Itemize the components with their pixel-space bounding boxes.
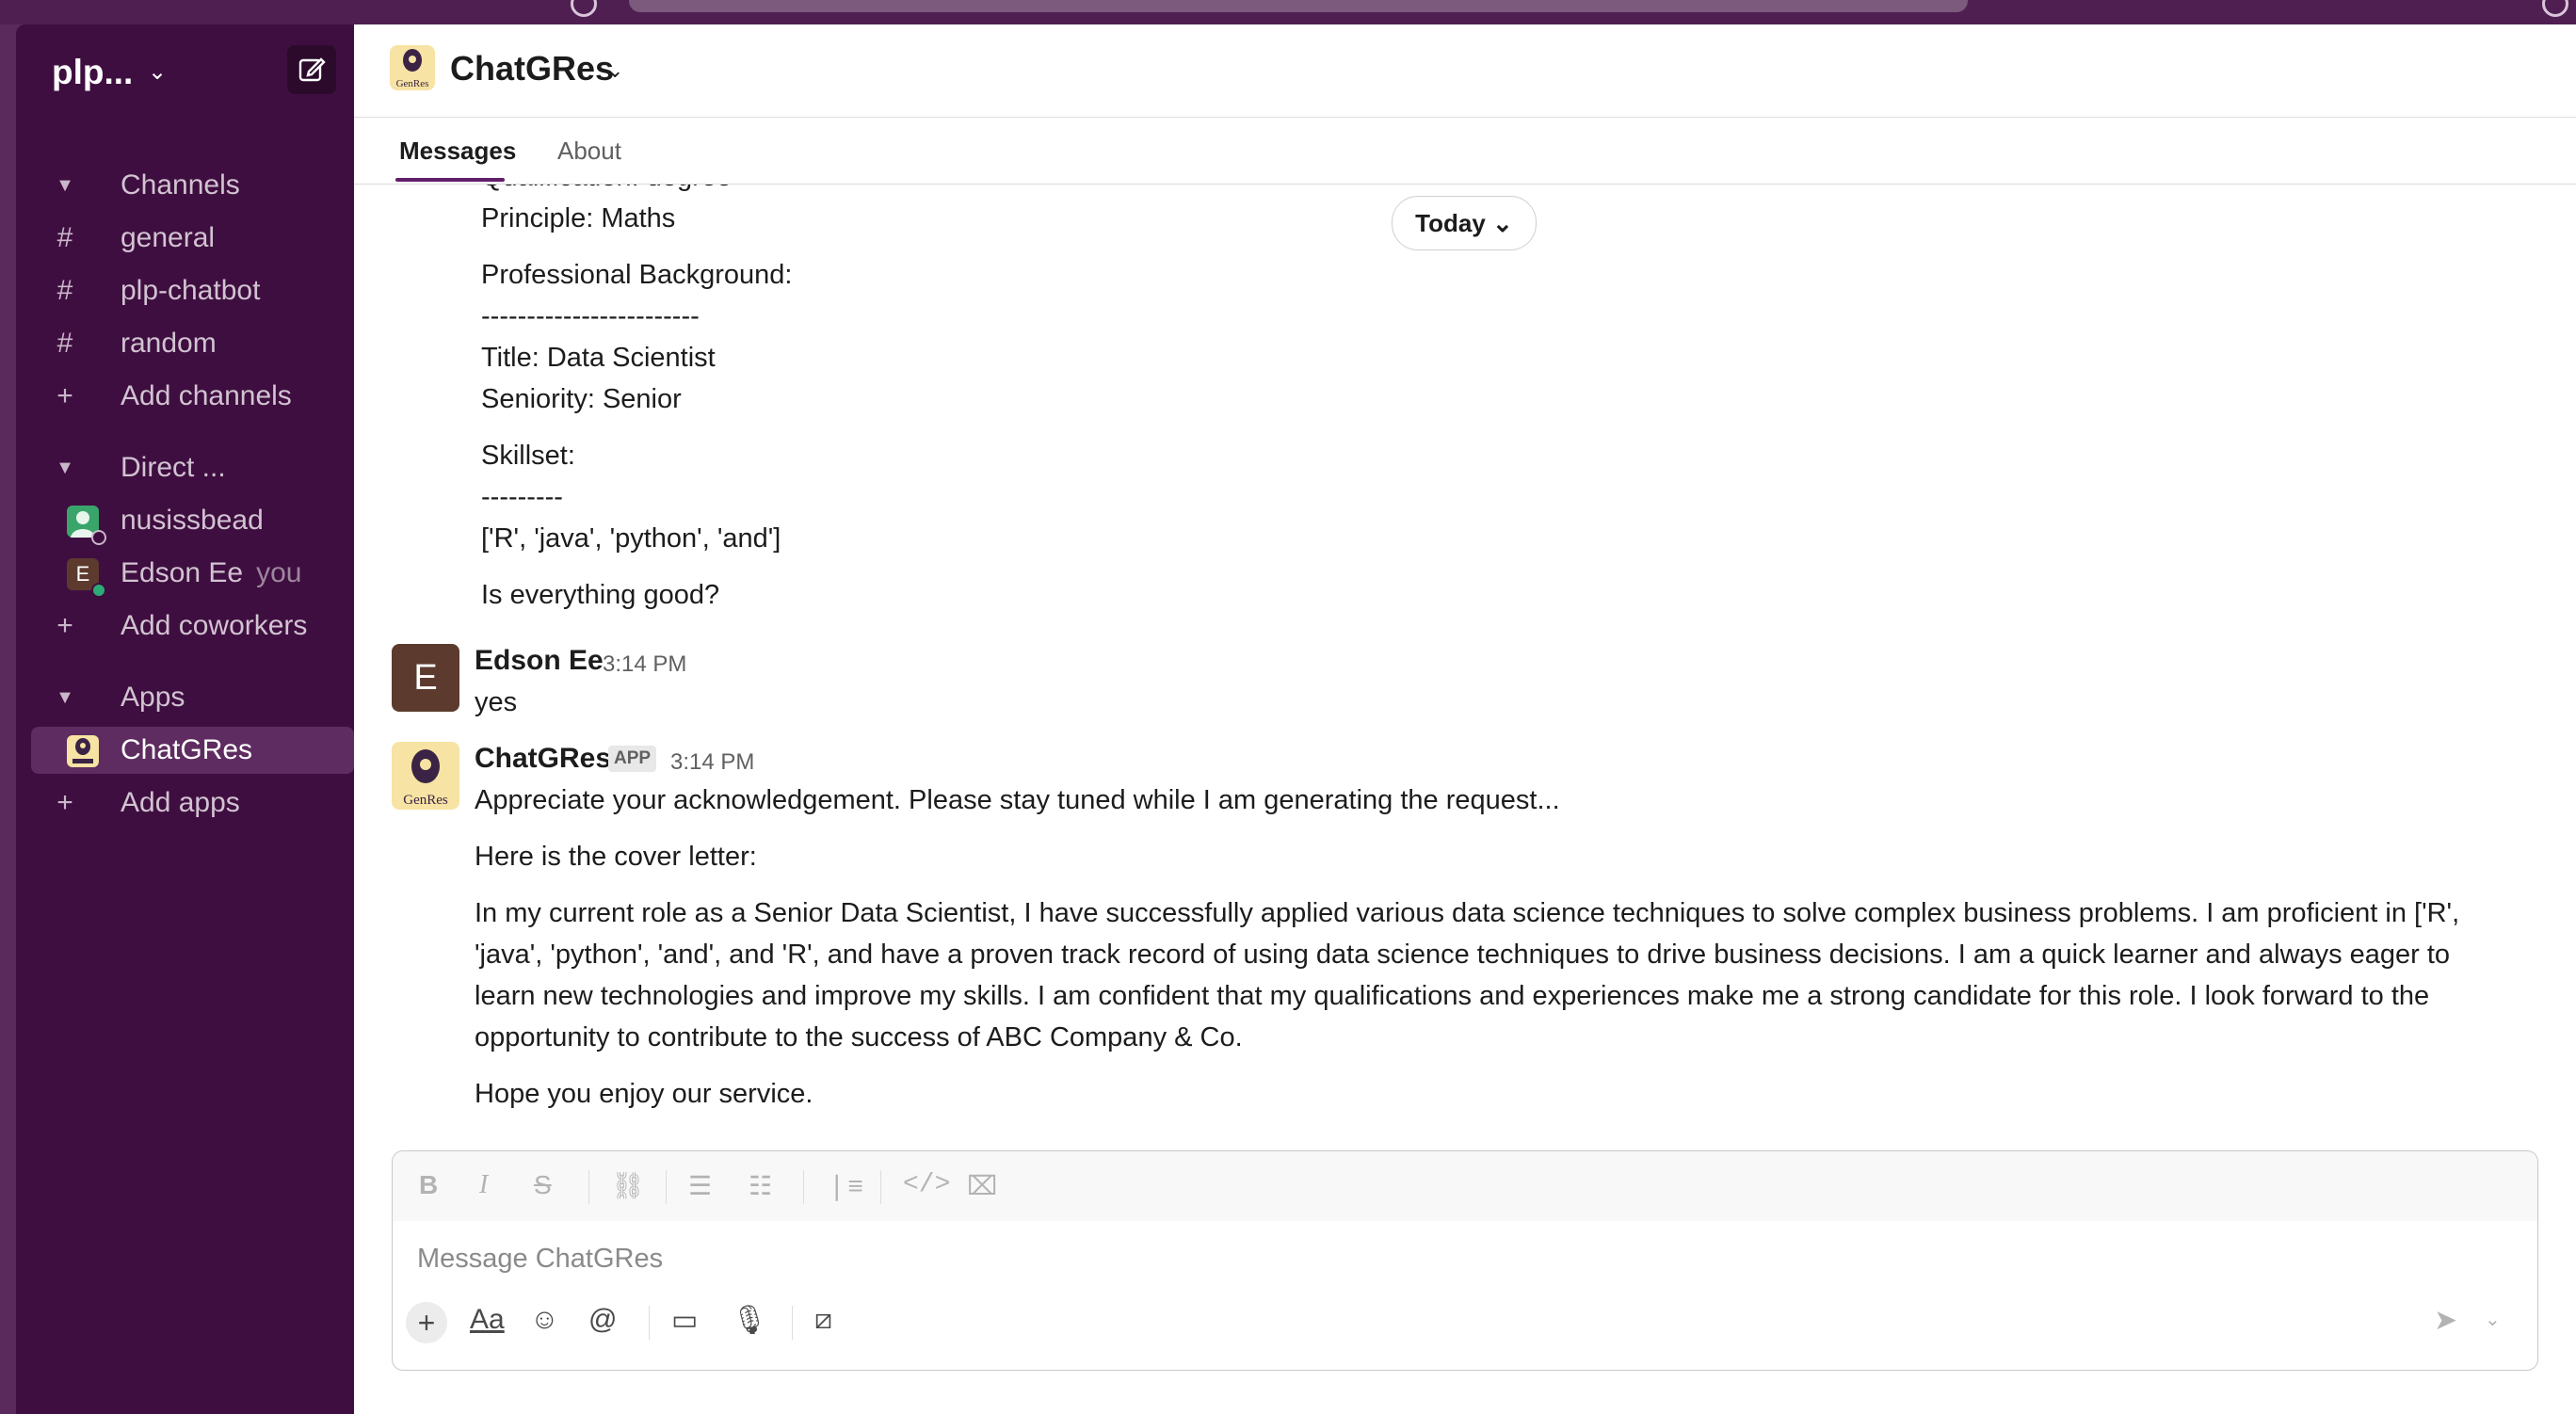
- formatting-toolbar: B I S ⛓ ☰ ☷ ❘≡ </> ⌧: [393, 1151, 2537, 1221]
- channel-header: GenRes ChatGRes ⌄: [354, 24, 2576, 118]
- channel-random[interactable]: # random: [31, 320, 354, 367]
- apps-section-header[interactable]: ▼ Apps: [31, 674, 354, 721]
- video-clip-icon[interactable]: ▭: [671, 1304, 698, 1337]
- status-away-icon: [91, 530, 106, 545]
- code-icon[interactable]: </>: [903, 1170, 950, 1199]
- plus-icon: +: [56, 380, 73, 411]
- toolbar-divider: [666, 1170, 667, 1204]
- chatgres-logo-icon: GenRes: [390, 45, 435, 90]
- caret-down-icon: ▼: [56, 458, 74, 478]
- toolbar-divider: [588, 1170, 589, 1204]
- sidebar: plp... ⌄ ▼ Channels # general # plp-chat…: [16, 24, 354, 1414]
- message-line: Is everything good?: [481, 580, 720, 610]
- chatgres-logo-icon: [67, 735, 99, 767]
- tab-messages[interactable]: Messages: [399, 137, 516, 166]
- date-divider-button[interactable]: Today ⌄: [1392, 196, 1537, 250]
- message-list[interactable]: Qualification: degree Principle: Maths P…: [354, 185, 2576, 1145]
- toolbar-divider: [649, 1306, 650, 1340]
- channel-title[interactable]: ChatGRes: [450, 49, 614, 88]
- dm-edson-ee[interactable]: E Edson Ee you: [31, 550, 354, 598]
- help-icon[interactable]: [2542, 0, 2568, 17]
- dm-nusissbead[interactable]: nusissbead: [31, 497, 354, 545]
- format-toggle-button[interactable]: Aa: [470, 1304, 505, 1336]
- message-line: ------------------------: [481, 301, 700, 331]
- link-icon[interactable]: ⛓: [611, 1170, 645, 1201]
- channel-plp-chatbot[interactable]: # plp-chatbot: [31, 267, 354, 314]
- microphone-icon[interactable]: 🎙: [732, 1304, 767, 1337]
- message-line: Seniority: Senior: [481, 384, 682, 414]
- send-icon[interactable]: ➤: [2434, 1304, 2457, 1337]
- logo-text: GenRes: [403, 793, 448, 808]
- app-chatgres[interactable]: ChatGRes: [31, 727, 354, 774]
- add-apps-button[interactable]: + Add apps: [31, 779, 354, 827]
- message-text: Here is the cover letter:: [475, 842, 757, 872]
- app-badge: APP: [608, 746, 657, 772]
- italic-icon[interactable]: I: [479, 1170, 488, 1200]
- chevron-down-icon[interactable]: ⌄: [2485, 1308, 2501, 1331]
- message-line: Skillset:: [481, 441, 575, 471]
- avatar[interactable]: E: [392, 644, 459, 712]
- plus-icon: +: [56, 787, 73, 818]
- message-line: ---------: [481, 482, 563, 512]
- message-composer[interactable]: B I S ⛓ ☰ ☷ ❘≡ </> ⌧ Message ChatGRes + …: [392, 1150, 2538, 1371]
- compose-button[interactable]: [287, 45, 336, 94]
- blockquote-icon[interactable]: ❘≡: [826, 1170, 863, 1201]
- chatgres-logo-icon[interactable]: GenRes: [392, 742, 459, 810]
- toolbar-divider: [792, 1306, 793, 1340]
- toolbar-divider: [803, 1170, 804, 1204]
- message-line: Qualification: degree: [481, 185, 732, 198]
- message-timestamp[interactable]: 3:14 PM: [670, 742, 754, 783]
- search-bar[interactable]: [629, 0, 1968, 12]
- add-channels-button[interactable]: + Add channels: [31, 373, 354, 420]
- message-line: Principle: Maths: [481, 203, 676, 233]
- caret-down-icon: ▼: [56, 175, 74, 196]
- message-author[interactable]: Edson Ee: [475, 640, 604, 682]
- message-line: Title: Data Scientist: [481, 343, 716, 373]
- date-label: Today: [1415, 209, 1486, 237]
- message-line: Professional Background:: [481, 260, 793, 290]
- plus-icon: +: [56, 610, 73, 641]
- hash-icon: #: [56, 222, 73, 253]
- message-text: Appreciate your acknowledgement. Please …: [475, 785, 1560, 815]
- channel-general[interactable]: # general: [31, 215, 354, 262]
- compose-icon: [298, 57, 326, 82]
- hash-icon: #: [56, 328, 73, 359]
- message-text: yes: [475, 687, 518, 717]
- attach-plus-button[interactable]: +: [406, 1302, 447, 1343]
- bold-icon[interactable]: B: [419, 1170, 438, 1200]
- tab-bar: Messages About: [354, 118, 2576, 185]
- dms-section-header[interactable]: ▼ Direct ...: [31, 444, 354, 491]
- bulleted-list-icon[interactable]: ☷: [749, 1170, 772, 1201]
- dm-name: Edson Ee: [121, 557, 244, 588]
- message-text: In my current role as a Senior Data Scie…: [475, 898, 2460, 1052]
- status-active-icon: [91, 583, 106, 598]
- active-tab-indicator: [395, 178, 505, 182]
- message-author[interactable]: ChatGRes: [475, 738, 611, 779]
- channel-pane: GenRes ChatGRes ⌄ Messages About Qualifi…: [354, 24, 2576, 1414]
- channels-section-header[interactable]: ▼ Channels: [31, 162, 354, 209]
- window-top-bar: [0, 0, 2576, 24]
- tab-about[interactable]: About: [557, 137, 621, 166]
- message-line: ['R', 'java', 'python', 'and']: [481, 523, 781, 554]
- logo-text: GenRes: [396, 78, 429, 89]
- you-label: you: [256, 557, 302, 588]
- emoji-icon[interactable]: ☺: [530, 1304, 559, 1336]
- chevron-down-icon[interactable]: ⌄: [148, 58, 167, 86]
- workspace-name[interactable]: plp...: [52, 53, 133, 92]
- message-text: Hope you enjoy our service.: [475, 1079, 813, 1109]
- add-coworkers-button[interactable]: + Add coworkers: [31, 603, 354, 650]
- hash-icon: #: [56, 275, 73, 306]
- code-block-icon[interactable]: ⌧: [967, 1170, 997, 1201]
- slash-command-icon[interactable]: ⧄: [814, 1304, 832, 1336]
- history-icon[interactable]: [571, 0, 597, 17]
- message-input[interactable]: Message ChatGRes: [417, 1244, 663, 1275]
- message-timestamp[interactable]: 3:14 PM: [603, 644, 686, 685]
- toolbar-divider: [880, 1170, 881, 1204]
- ordered-list-icon[interactable]: ☰: [688, 1170, 712, 1201]
- chevron-down-icon[interactable]: ⌄: [606, 58, 623, 83]
- caret-down-icon: ▼: [56, 687, 74, 708]
- strikethrough-icon[interactable]: S: [534, 1170, 552, 1200]
- mention-icon[interactable]: @: [588, 1304, 617, 1336]
